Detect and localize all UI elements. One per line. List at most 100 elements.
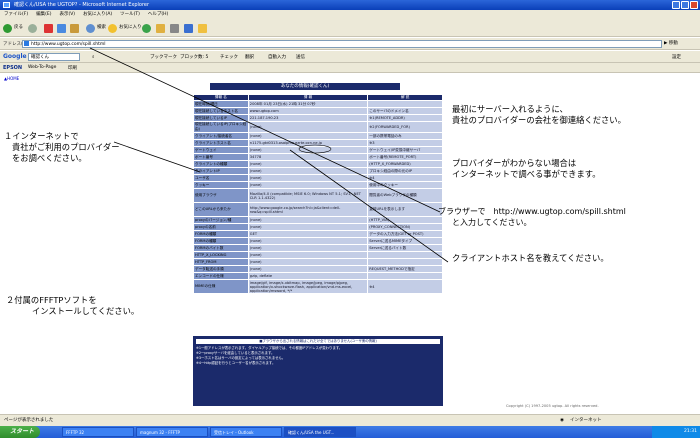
- annotation-2: ２付属のFFFTPソフトを インストールしてください。: [6, 295, 139, 317]
- check-button[interactable]: チェック: [220, 54, 238, 60]
- row-description: ※4: [367, 279, 443, 294]
- table-row: 現在接続しているIP 221.187.190.23 ※1(REMOTE_ADDR): [193, 114, 443, 122]
- info-table: 情報 名 情 報 解 説 現在時刻/曜日 2008年 01月 23日(水) 21時…: [193, 94, 443, 294]
- folder-button[interactable]: [198, 22, 207, 34]
- table-row: FORMの種類 GET データの入力方法(GET or POST): [193, 230, 443, 238]
- start-button[interactable]: スタート: [0, 426, 40, 438]
- row-description: (HTTP_VIA): [367, 216, 443, 224]
- row-description: [367, 251, 443, 259]
- favorites-button[interactable]: お気に入り: [108, 22, 142, 34]
- row-label: ポート番号: [193, 153, 249, 161]
- annotation-right-1: 最初にサーバー入れるように、 貴社のプロバイダーの会社を御連絡ください。: [452, 104, 626, 126]
- stop-button[interactable]: [44, 22, 53, 34]
- print-button[interactable]: [170, 22, 179, 34]
- row-label: 現在接続しているホスト名: [193, 107, 249, 115]
- row-label: HTTP_FROM: [193, 258, 249, 266]
- menu-file[interactable]: ファイル(F): [4, 10, 28, 19]
- annotation-right-3-line: ブラウザーで http://www.ugtop.com/spill.shtml: [438, 207, 626, 216]
- row-label: ユーザ名: [193, 174, 249, 182]
- mail-icon: [156, 23, 165, 33]
- home-link[interactable]: ▲HOME: [4, 76, 19, 81]
- search-button[interactable]: 検索: [86, 22, 106, 34]
- menu-view[interactable]: 表示(V): [59, 10, 75, 19]
- annotation-2-line: インストールしてください。: [32, 306, 140, 316]
- forward-button[interactable]: [28, 22, 37, 34]
- google-search-input[interactable]: 確認くん: [28, 53, 80, 61]
- row-description: ※2(FORWARDED_FOR): [367, 121, 443, 133]
- autofill-button[interactable]: 自動入力: [268, 54, 286, 60]
- toolbar: 戻る 検索 お気に入り: [0, 19, 700, 37]
- notice-heading: ■ブラウザから出される情報はこれだけ全てではありません(ユーザ側の情報): [196, 339, 440, 344]
- annotation-1: １インターネットで 貴社がご利用のプロバイダー をお調べください。: [4, 131, 120, 164]
- clock[interactable]: 21:31: [684, 429, 697, 434]
- settings-button[interactable]: 設定: [672, 54, 681, 60]
- edit-button[interactable]: [184, 22, 193, 34]
- minimize-button[interactable]: [672, 1, 680, 9]
- annotation-right-3-line: と入力してください。: [452, 218, 532, 227]
- taskbar-item-outlook[interactable]: 受信トレイ - Outlook: [210, 427, 282, 437]
- table-row: MIMEの仕様 image/gif, image/x-xbitmap, image…: [193, 279, 443, 294]
- table-row: クライアントIP (none) プロキシ経由の際の元のIP: [193, 167, 443, 175]
- page-icon: [24, 41, 29, 46]
- row-value: (none): [247, 244, 369, 252]
- table-row: FORMのバイト数 (none) Serverに送るバイト数: [193, 244, 443, 252]
- back-button[interactable]: 戻る: [3, 22, 23, 34]
- annotation-2-line: ２付属のFFFTPソフトを: [6, 295, 97, 305]
- row-description: 使用中のクッキー: [367, 181, 443, 189]
- refresh-button[interactable]: [57, 22, 66, 34]
- web-to-page-button[interactable]: Web-To-Page: [28, 65, 56, 70]
- row-value: Mozilla/4.0 (compatible; MSIE 6.0; Windo…: [247, 188, 369, 203]
- table-row: クライアントホスト名 n1175-gtd0313.osaipma.ezrte.oc…: [193, 139, 443, 147]
- printer-icon: [170, 23, 179, 33]
- bookmark-button[interactable]: ブックマーク: [150, 54, 177, 60]
- row-label: FORMの種類: [193, 230, 249, 238]
- home-button[interactable]: [70, 22, 79, 34]
- word-icon: [184, 23, 193, 33]
- status-bar: ページが表示されました ◉ インターネット: [0, 414, 700, 426]
- row-description: (PROXY_CONNECTION): [367, 223, 443, 231]
- menu-favorites[interactable]: お気に入り(A): [83, 10, 112, 19]
- epson-print-button[interactable]: 印刷: [68, 65, 77, 71]
- row-label: 現在接続しているIP: [193, 114, 249, 122]
- go-button[interactable]: ▶ 移動: [664, 40, 694, 48]
- annotation-right-2-line: インターネットで調べる事ができます。: [452, 169, 601, 179]
- row-label: データ転送の手順: [193, 265, 249, 273]
- row-description: 直前URLを表示します: [367, 202, 443, 217]
- table-row: 使用ブラウザ Mozilla/4.0 (compatible; MSIE 6.0;…: [193, 188, 443, 203]
- table-row: ユーザ名 (none) ※4: [193, 174, 443, 182]
- row-value: (none): [247, 181, 369, 189]
- window-title: 確認くん/USA the UGTOP? - Microsoft Internet…: [14, 2, 150, 8]
- table-row: ゲートウェイ (none) ゲートウェイ/IP変換中継サーバ: [193, 146, 443, 154]
- row-value: 221.187.190.23: [247, 114, 369, 122]
- taskbar-item-magnum[interactable]: magnum 32 - FFFTP: [136, 427, 208, 437]
- title-bar[interactable]: 確認くん/USA the UGTOP? - Microsoft Internet…: [0, 0, 700, 10]
- table-row: proxyの名前 (none) (PROXY_CONNECTION): [193, 223, 443, 231]
- row-label: ゲートウェイ: [193, 146, 249, 154]
- history-button[interactable]: [142, 22, 151, 34]
- home-icon: [70, 23, 79, 33]
- row-label: クライアントホスト名: [193, 139, 249, 147]
- row-label: エンコードの仕様: [193, 272, 249, 280]
- menu-bar: ファイル(F) 編集(E) 表示(V) お気に入り(A) ツール(T) ヘルプ(…: [0, 10, 700, 19]
- row-description: Serverに送るMIMEタイプ: [367, 237, 443, 245]
- menu-tools[interactable]: ツール(T): [120, 10, 140, 19]
- row-label: 現在時刻/曜日: [193, 100, 249, 108]
- address-input[interactable]: http://www.ugtop.com/spill.shtml: [22, 40, 662, 48]
- send-button[interactable]: 送信: [296, 54, 305, 60]
- taskbar-item-ie[interactable]: 確認くん/USA the UGT...: [284, 427, 356, 437]
- translate-button[interactable]: 翻訳: [245, 54, 254, 60]
- taskbar-item-ffftp[interactable]: FFFTP 32: [62, 427, 134, 437]
- annotation-right-1-line: 最初にサーバー入れるように、: [452, 104, 568, 114]
- table-row: どこのURLから来たか http://www.google.co.jp/searc…: [193, 202, 443, 217]
- annotation-right-2-line: プロバイダーがわからない場合は: [452, 158, 577, 168]
- google-search-icon[interactable]: ⌕: [92, 54, 95, 60]
- maximize-button[interactable]: [681, 1, 689, 9]
- menu-help[interactable]: ヘルプ(H): [148, 10, 168, 19]
- popup-blocked-button[interactable]: ブロック数: 5: [180, 54, 208, 60]
- close-button[interactable]: [690, 1, 698, 9]
- mail-button[interactable]: [156, 22, 165, 34]
- menu-edit[interactable]: 編集(E): [36, 10, 51, 19]
- row-description: プロキシ経由の際の元のIP: [367, 167, 443, 175]
- row-value: image/gif, image/x-xbitmap, image/jpeg, …: [247, 279, 369, 294]
- row-description: REQUEST_METHODで指定: [367, 265, 443, 273]
